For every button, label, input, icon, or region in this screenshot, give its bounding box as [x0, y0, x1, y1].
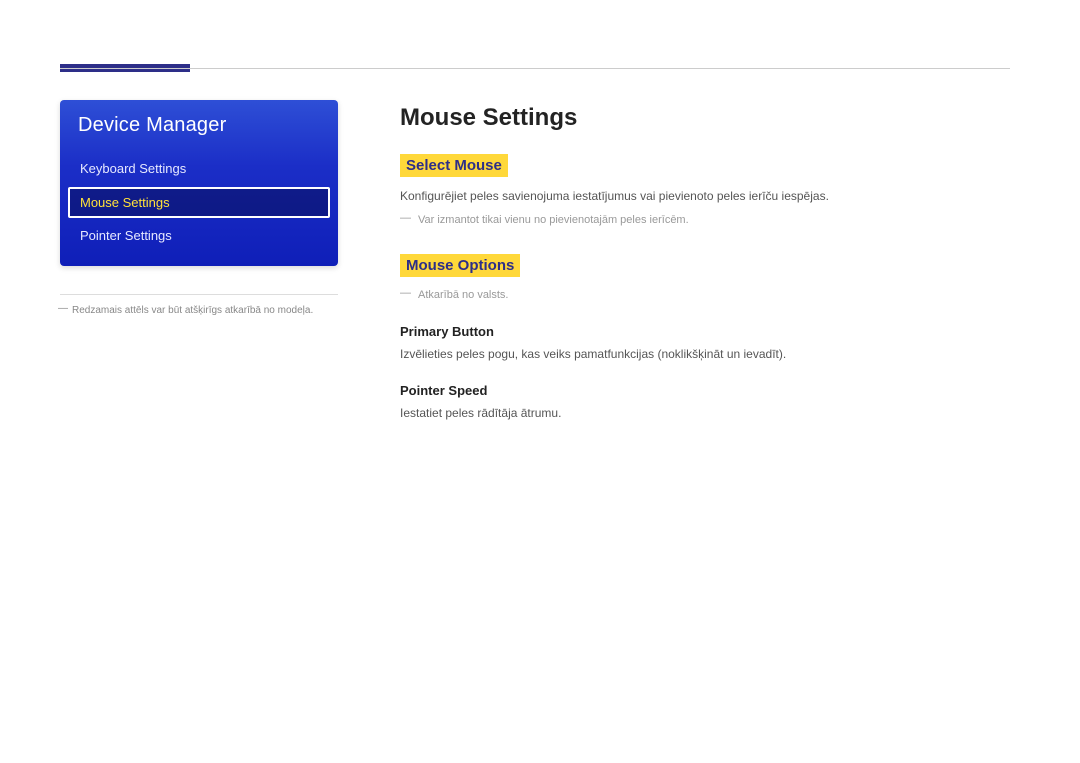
heading-select-mouse: Select Mouse [400, 154, 508, 177]
device-manager-panel: Device Manager Keyboard Settings Mouse S… [60, 100, 338, 266]
select-mouse-note: Var izmantot tikai vienu no pievienotajā… [400, 212, 1010, 230]
subheading-pointer-speed: Pointer Speed [400, 383, 1010, 398]
section-mouse-options: Mouse Options Atkarībā no valsts. Primar… [400, 254, 1010, 423]
panel-title: Device Manager [60, 100, 338, 153]
heading-mouse-options: Mouse Options [400, 254, 520, 277]
header-rule [60, 68, 1010, 69]
sidebar-item-mouse-settings[interactable]: Mouse Settings [68, 187, 330, 219]
panel-list: Keyboard Settings Mouse Settings Pointer… [60, 153, 338, 266]
sidebar-caption: Redzamais attēls var būt atšķirīgs atkar… [60, 303, 338, 318]
pointer-speed-description: Iestatiet peles rādītāja ātrumu. [400, 404, 1010, 423]
sidebar-separator [60, 294, 338, 295]
mouse-options-note: Atkarībā no valsts. [400, 287, 1010, 305]
subheading-primary-button: Primary Button [400, 324, 1010, 339]
sidebar-item-pointer-settings[interactable]: Pointer Settings [68, 220, 330, 252]
sidebar-item-keyboard-settings[interactable]: Keyboard Settings [68, 153, 330, 185]
section-select-mouse: Select Mouse Konfigurējiet peles savieno… [400, 154, 1010, 230]
select-mouse-description: Konfigurējiet peles savienojuma iestatīj… [400, 187, 1010, 206]
content-column: Mouse Settings Select Mouse Konfigurējie… [400, 100, 1010, 447]
sidebar-column: Device Manager Keyboard Settings Mouse S… [60, 100, 400, 447]
page-title: Mouse Settings [400, 104, 1010, 132]
primary-button-description: Izvēlieties peles pogu, kas veiks pamatf… [400, 345, 1010, 364]
